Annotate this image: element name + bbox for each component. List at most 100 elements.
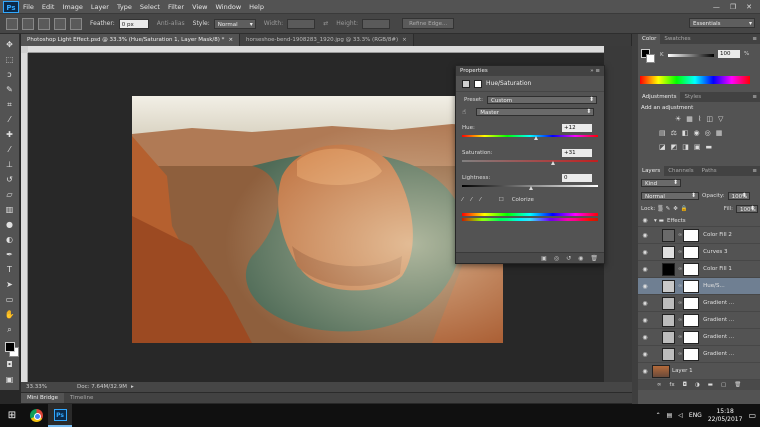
close-button[interactable]: ✕ [746,3,752,11]
gradient-map-icon[interactable]: ▬ [706,143,713,151]
quick-mask-icon[interactable]: ◘ [3,358,17,372]
saturation-slider-thumb[interactable] [550,161,555,165]
canvas-scroll-area[interactable] [604,46,632,382]
panel-menu-icon[interactable]: ≡ [752,34,757,44]
menu-image[interactable]: Image [62,3,82,11]
status-arrow-icon[interactable]: ▸ [131,384,134,390]
visibility-eye-icon[interactable]: ◉ [638,266,652,273]
ruler-origin[interactable] [21,46,28,53]
fill-input[interactable]: 100% [736,204,758,213]
chain-link-icon[interactable]: ∞ [678,232,682,238]
foreground-color-swatch[interactable] [4,342,15,352]
chain-link-icon[interactable]: ∞ [678,266,682,272]
network-icon[interactable]: ▤ [667,412,673,419]
blend-mode-dropdown[interactable]: Normal [641,191,699,200]
photo-filter-icon[interactable]: ◉ [694,129,700,137]
lightness-input[interactable]: 0 [562,174,592,182]
eyedropper-minus-icon[interactable]: ⁄ [480,197,481,203]
height-input[interactable] [362,18,391,29]
layer-mask-thumbnail[interactable] [683,245,700,259]
layer-row[interactable]: ◉ ∞ Gradient ... [638,329,760,346]
type-tool-icon[interactable]: T [3,263,17,277]
tab-adjustments[interactable]: Adjustments [638,92,681,102]
lock-pixels-icon[interactable]: ▒ [658,206,662,212]
antialias-checkbox[interactable]: Anti-alias [157,20,185,27]
add-mask-icon[interactable]: ◘ [683,382,687,388]
taskbar-clock[interactable]: 15:18 22/05/2017 [708,408,743,424]
menu-edit[interactable]: Edit [42,3,55,11]
screen-mode-icon[interactable]: ▣ [3,373,17,387]
hand-icon[interactable]: ✋ [3,308,17,322]
menu-filter[interactable]: Filter [168,3,184,11]
zoom-level[interactable]: 33.33% [26,384,47,390]
layer-row[interactable]: ◉ ∞ Hue/S... [638,278,760,295]
refine-edge-button[interactable]: Refine Edge... [402,18,455,29]
hue-sat-adj-icon[interactable]: ▤ [659,129,666,137]
tab-mini-bridge[interactable]: Mini Bridge [21,393,64,403]
width-input[interactable] [287,18,316,29]
panel-menu-icon[interactable]: ≡ [752,92,757,102]
vibrance-icon[interactable]: ▽ [718,115,723,123]
tab-paths[interactable]: Paths [698,166,721,176]
workspace-dropdown[interactable]: Essentials [689,18,755,29]
eraser-icon[interactable]: ▱ [3,188,17,202]
zoom-icon[interactable]: ⌕ [3,323,17,337]
marquee-tool-icon[interactable] [6,17,18,30]
layer-mask-thumbnail[interactable] [683,313,700,327]
healing-brush-icon[interactable]: ✚ [3,128,17,142]
layer-kind-dropdown[interactable]: Kind [641,178,681,187]
windows-start-icon[interactable]: ⊞ [0,404,24,427]
blur-icon[interactable]: ● [3,218,17,232]
doc-size[interactable]: Doc: 7.64M/32.9M [77,384,127,390]
eyedropper-plus-icon[interactable]: ⁄ [471,197,472,203]
hue-slider-thumb[interactable] [534,136,539,140]
volume-icon[interactable]: ◁ [678,412,683,419]
clone-stamp-icon[interactable]: ⊥ [3,158,17,172]
panel-menu-icon[interactable]: ≡ [752,166,757,176]
visibility-eye-icon[interactable]: ◉ [638,351,652,358]
levels-icon[interactable]: ▦ [686,115,693,123]
visibility-eye-icon[interactable]: ◉ [638,217,652,224]
tab-timeline[interactable]: Timeline [64,393,99,403]
chain-link-icon[interactable]: ∞ [678,334,682,340]
notification-icon[interactable]: ▭ [748,411,756,420]
saturation-slider[interactable] [462,160,598,165]
lasso-icon[interactable]: ↄ [3,68,17,82]
menu-type[interactable]: Type [117,3,132,11]
marquee-icon[interactable]: ⬚ [3,53,17,67]
posterize-icon[interactable]: ◩ [671,143,678,151]
selective-color-icon[interactable]: ▣ [694,143,701,151]
layer-mask-thumbnail[interactable] [683,330,700,344]
hue-input[interactable]: +12 [562,124,592,132]
preset-dropdown[interactable]: Custom [487,96,598,104]
taskbar-chrome[interactable] [24,404,48,427]
delete-layer-icon[interactable]: 🗑 [734,382,741,388]
brightness-contrast-icon[interactable]: ☀ [675,115,681,123]
menu-select[interactable]: Select [140,3,160,11]
tab-channels[interactable]: Channels [664,166,697,176]
delete-icon[interactable]: 🗑 [590,255,598,262]
visibility-icon[interactable]: ◉ [578,255,583,262]
tab-styles[interactable]: Styles [680,92,705,102]
new-adjustment-icon[interactable]: ◑ [695,382,700,388]
layer-group-effects[interactable]: ◉ ▾ ▬ Effects [638,215,760,227]
language-indicator[interactable]: ENG [689,412,702,419]
close-tab-icon[interactable]: × [228,37,233,43]
k-slider[interactable] [668,54,714,57]
visibility-eye-icon[interactable]: ◉ [638,300,652,307]
quick-select-icon[interactable]: ✎ [3,83,17,97]
brush-icon[interactable]: ⁄ [3,143,17,157]
new-group-icon[interactable]: ▬ [708,382,713,388]
mask-icon[interactable] [474,79,482,88]
vertical-ruler[interactable] [21,53,28,382]
gradient-icon[interactable]: ▥ [3,203,17,217]
history-brush-icon[interactable]: ↺ [3,173,17,187]
tab-layers[interactable]: Layers [638,166,665,176]
visibility-eye-icon[interactable]: ◉ [638,368,652,375]
layer-mask-thumbnail[interactable] [683,347,700,361]
tray-arrow-icon[interactable]: ⌃ [656,412,661,419]
layer-row[interactable]: ◉ ∞ Color Fill 2 [638,227,760,244]
saturation-input[interactable]: +31 [562,149,592,157]
lightness-slider[interactable] [462,185,598,190]
properties-header[interactable]: Properties » ≡ [456,66,604,76]
